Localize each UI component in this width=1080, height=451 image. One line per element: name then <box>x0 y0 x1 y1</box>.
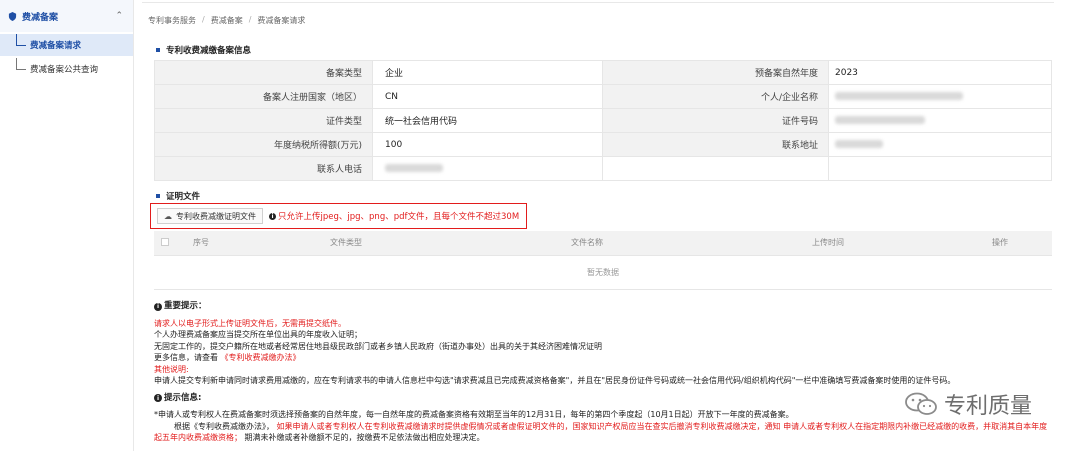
tip2-suffix: 期满未补缴或者补缴额不足的，按缴费不足依法做出相应处理决定。 <box>244 433 485 442</box>
notes-section: i 重要提示： 请求人以电子形式上传证明文件后，无需再提交纸件。 个人办理费减备… <box>154 301 1054 444</box>
top-divider <box>142 2 1054 3</box>
sidebar-item-label: 费减备案公共查询 <box>30 65 99 75</box>
breadcrumb-separator: / <box>248 15 252 24</box>
label-filing-year: 预备案自然年度 <box>602 60 829 85</box>
sidebar-group-fee-reduction[interactable]: 费减备案 ⌃ <box>0 0 133 32</box>
label-id-type: 证件类型 <box>154 108 373 133</box>
col-index: 序号 <box>176 231 226 256</box>
upload-tip-text: 只允许上传jpeg、jpg、png、pdf文件，且每个文件不超过30M <box>278 212 520 222</box>
note-line-more: 更多信息，请查看 《专利收费减缴办法》 <box>154 352 1054 364</box>
label-name: 个人/企业名称 <box>602 84 829 109</box>
sidebar-item-label: 费减备案请求 <box>30 41 82 51</box>
redacted-text <box>835 92 963 100</box>
select-all-checkbox-cell <box>154 231 176 256</box>
other-label: 其他说明: <box>154 364 189 374</box>
col-actions: 操作 <box>948 231 1052 256</box>
section-title-info: 专利收费减缴备案信息 <box>156 44 251 56</box>
upload-proof-button[interactable]: ☁ 专利收费减缴证明文件 <box>157 208 263 224</box>
info-row: 联系人电话 <box>154 156 1052 181</box>
value-phone-redacted <box>372 156 603 181</box>
empty-text: 暂无数据 <box>154 255 1052 290</box>
wechat-icon <box>905 392 937 415</box>
sidebar-group-label: 费减备案 <box>22 12 59 23</box>
value-filing-type: 企业 <box>372 60 603 85</box>
tree-connector <box>16 58 26 70</box>
col-file-name: 文件名称 <box>466 231 708 256</box>
chevron-up-icon[interactable]: ⌃ <box>115 11 123 21</box>
watermark-text: 专利质量 <box>944 394 1033 419</box>
value-taxable-income: 100 <box>372 132 603 157</box>
info-row: 备案类型 企业 预备案自然年度 2023 <box>154 60 1052 85</box>
fee-reduction-rules-link[interactable]: 《专利收费减缴办法》 <box>221 353 301 362</box>
section-title-text: 证明文件 <box>166 192 201 202</box>
tip2-prefix: 根据《专利收费减缴办法》， <box>174 421 274 431</box>
value-address-redacted <box>828 132 1052 157</box>
info-icon: i <box>154 394 162 403</box>
important-title: i 重要提示： <box>154 301 1054 313</box>
value-country: CN <box>372 84 603 109</box>
breadcrumb-item[interactable]: 专利事务服务 <box>148 15 196 26</box>
bullet-icon <box>156 194 160 198</box>
cloud-upload-icon: ☁ <box>164 211 172 221</box>
sidebar-item-public-query[interactable]: 费减备案公共查询 <box>0 58 133 80</box>
bullet-icon <box>156 48 160 52</box>
section-title-files: 证明文件 <box>156 190 200 202</box>
upload-tip: i 只允许上传jpeg、jpg、png、pdf文件，且每个文件不超过30M <box>269 210 519 222</box>
col-upload-time: 上传时间 <box>708 231 948 256</box>
important-title-text: 重要提示： <box>164 301 207 311</box>
sidebar: 费减备案 ⌃ 费减备案请求 费减备案公共查询 <box>0 0 134 451</box>
info-table: 备案类型 企业 预备案自然年度 2023 备案人注册国家（地区） CN 个人/企… <box>154 60 1052 181</box>
info-row: 备案人注册国家（地区） CN 个人/企业名称 <box>154 84 1052 109</box>
value-filing-year: 2023 <box>828 60 1052 85</box>
tip-line-2: 根据《专利收费减缴办法》， 如果申请人或者专利权人在专利收费减缴请求时提供虚假情… <box>154 421 1054 444</box>
watermark: 专利质量 <box>900 386 1037 422</box>
breadcrumb-separator: / <box>202 15 205 24</box>
upload-area: ☁ 专利收费减缴证明文件 i 只允许上传jpeg、jpg、png、pdf文件，且… <box>150 203 527 229</box>
note-line: 申请人提交专利新申请同时请求费用减缴的，应在专利请求书的申请人信息栏中勾选"请求… <box>154 376 956 385</box>
label-country: 备案人注册国家（地区） <box>154 84 373 109</box>
files-header-row: 序号 文件类型 文件名称 上传时间 操作 <box>154 231 1052 256</box>
col-file-type: 文件类型 <box>226 231 466 256</box>
value-id-number-redacted <box>828 108 1052 133</box>
select-all-checkbox[interactable] <box>161 237 169 246</box>
main-content: 专利事务服务 / 费减备案 / 费减备案请求 专利收费减缴备案信息 备案类型 企… <box>142 0 1054 451</box>
note-line: 无固定工作的，提交户籍所在地或者经常居住地县级民政部门或者乡镇人民政府（街道办事… <box>154 341 602 351</box>
sidebar-item-fee-reduction-request[interactable]: 费减备案请求 <box>0 34 133 56</box>
note-red-line: 请求人以电子形式上传证明文件后，无需再提交纸件。 <box>154 318 346 328</box>
breadcrumb-item[interactable]: 费减备案 <box>211 15 243 26</box>
label-contact-phone: 联系人电话 <box>154 156 373 181</box>
value-empty <box>828 156 1052 181</box>
value-id-type: 统一社会信用代码 <box>372 108 603 133</box>
upload-button-label: 专利收费减缴证明文件 <box>176 211 256 221</box>
info-row: 年度纳税所得额(万元) 100 联系地址 <box>154 132 1052 157</box>
breadcrumb: 专利事务服务 / 费减备案 / 费减备案请求 <box>148 15 305 26</box>
label-taxable-income: 年度纳税所得额(万元) <box>154 132 373 157</box>
label-filing-type: 备案类型 <box>154 60 373 85</box>
redacted-text <box>835 140 883 148</box>
info-icon: i <box>154 302 162 311</box>
label-id-number: 证件号码 <box>602 108 829 133</box>
files-table: 序号 文件类型 文件名称 上传时间 操作 暂无数据 <box>154 231 1052 290</box>
note-line: 个人办理费减备案应当提交所在单位出具的年度收入证明； <box>154 330 362 339</box>
redacted-text <box>385 164 443 172</box>
label-address: 联系地址 <box>602 132 829 157</box>
info-icon: i <box>269 212 276 220</box>
info-row: 证件类型 统一社会信用代码 证件号码 <box>154 108 1052 133</box>
breadcrumb-item-current: 费减备案请求 <box>257 16 306 25</box>
tree-connector <box>16 34 26 46</box>
redacted-text <box>835 116 925 124</box>
shield-icon <box>8 11 17 21</box>
note-more-prefix: 更多信息，请查看 <box>154 353 218 362</box>
tips-title-text: 提示信息: <box>164 392 202 403</box>
value-name-redacted <box>828 84 1052 109</box>
files-empty-row: 暂无数据 <box>154 255 1052 290</box>
label-empty <box>602 156 829 181</box>
section-title-text: 专利收费减缴备案信息 <box>166 46 252 56</box>
